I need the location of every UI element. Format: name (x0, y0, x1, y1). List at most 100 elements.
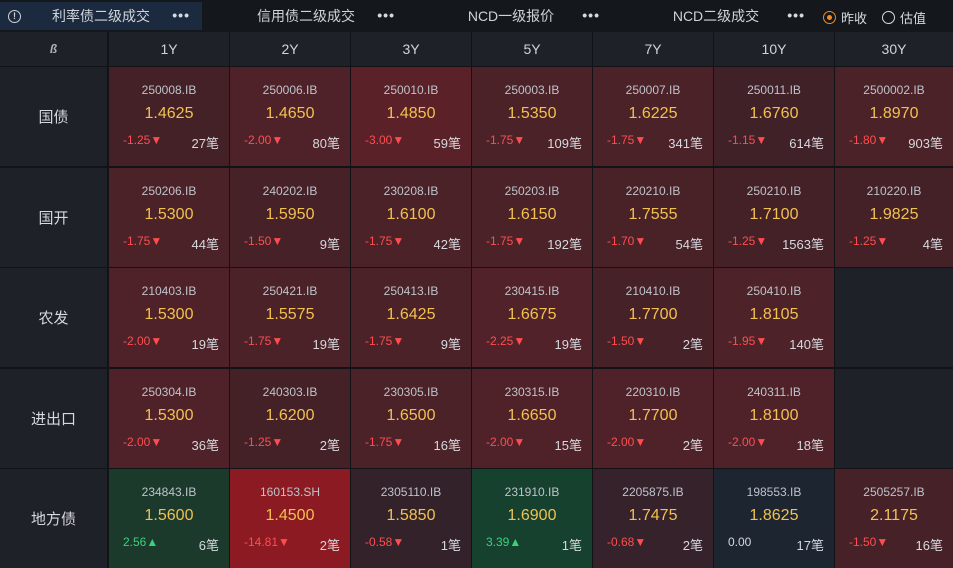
yield-change: 0.00 (728, 535, 752, 549)
yield-change: -2.00▼ (486, 435, 526, 449)
quote-cell[interactable]: 250006.IB 1.4650 -2.00▼ 80笔 (230, 67, 350, 166)
yield-value: 1.8100 (749, 407, 799, 424)
quote-cell[interactable]: 250210.IB 1.7100 -1.25▼ 1563笔 (714, 168, 834, 267)
trade-count: 19笔 (554, 337, 582, 352)
yield-value: 1.6675 (507, 306, 557, 323)
radio-label: 昨收 (841, 11, 868, 26)
yield-matrix: ß 1Y 2Y 3Y 5Y 7Y 10Y 30Y 国债 250008.IB 1.4625 -1.25▼… (0, 32, 953, 568)
more-icon[interactable]: ••• (377, 7, 395, 23)
radio-prev-close[interactable]: 昨收 (823, 8, 867, 27)
quote-cell[interactable]: 250304.IB 1.5300 -2.00▼ 36笔 (109, 369, 229, 468)
trade-count: 44笔 (191, 237, 219, 252)
quote-cell[interactable]: 220210.IB 1.7555 -1.70▼ 54笔 (593, 168, 713, 267)
quote-cell[interactable]: 234843.IB 1.5600 2.56▲ 6笔 (109, 469, 229, 568)
yield-value: 1.8625 (749, 507, 799, 524)
trade-count: 2笔 (319, 438, 340, 453)
tab-rate-bond-secondary[interactable]: ! 利率债二级成交 ••• (0, 2, 202, 30)
yield-value: 1.6200 (265, 407, 315, 424)
radio-valuation[interactable]: 估值 (882, 8, 926, 27)
quote-cell[interactable]: 230208.IB 1.6100 -1.75▼ 42笔 (351, 168, 471, 267)
more-icon[interactable]: ••• (582, 7, 600, 23)
more-icon[interactable]: ••• (172, 7, 190, 23)
column-header-7y[interactable]: 7Y (593, 32, 713, 66)
quote-cell[interactable]: 198553.IB 1.8625 0.00 17笔 (714, 469, 834, 568)
trade-count: 16笔 (433, 438, 461, 453)
bond-code: 250210.IB (746, 184, 802, 198)
quote-cell[interactable]: 230415.IB 1.6675 -2.25▼ 19笔 (472, 268, 592, 367)
yield-change: -1.50▼ (849, 535, 889, 549)
radio-unselected-icon (882, 11, 895, 24)
bond-code: 240311.IB (747, 385, 801, 399)
bond-code: 220310.IB (625, 385, 681, 399)
trade-count: 18笔 (796, 438, 824, 453)
quote-cell[interactable]: 250413.IB 1.6425 -1.75▼ 9笔 (351, 268, 471, 367)
column-header-1y[interactable]: 1Y (109, 32, 229, 66)
yield-value: 1.4850 (386, 105, 436, 122)
yield-change: -2.00▼ (123, 435, 163, 449)
quote-cell[interactable]: 250410.IB 1.8105 -1.95▼ 140笔 (714, 268, 834, 367)
trade-count: 614笔 (789, 136, 824, 151)
quote-cell[interactable]: 240303.IB 1.6200 -1.25▼ 2笔 (230, 369, 350, 468)
column-header-10y[interactable]: 10Y (714, 32, 834, 66)
yield-change: -1.75▼ (486, 133, 526, 147)
trade-count: 19笔 (312, 337, 340, 352)
quote-cell[interactable]: 2305110.IB 1.5850 -0.58▼ 1笔 (351, 469, 471, 568)
yield-change: -1.75▼ (607, 133, 647, 147)
radio-label: 估值 (900, 11, 927, 26)
bond-code: 230315.IB (504, 385, 560, 399)
quote-cell[interactable]: 250011.IB 1.6760 -1.15▼ 614笔 (714, 67, 834, 166)
quote-cell[interactable]: 220310.IB 1.7700 -2.00▼ 2笔 (593, 369, 713, 468)
quote-cell[interactable]: 231910.IB 1.6900 3.39▲ 1笔 (472, 469, 592, 568)
column-header-2y[interactable]: 2Y (230, 32, 350, 66)
quote-cell[interactable]: 2505257.IB 2.1175 -1.50▼ 16笔 (835, 469, 953, 568)
tab-ncd-primary-quote[interactable]: NCD一级报价 ••• (410, 2, 612, 30)
more-icon[interactable]: ••• (787, 7, 805, 23)
trade-count: 2笔 (682, 438, 703, 453)
quote-cell[interactable]: 230305.IB 1.6500 -1.75▼ 16笔 (351, 369, 471, 468)
yield-change: -1.50▼ (244, 234, 284, 248)
column-header-5y[interactable]: 5Y (472, 32, 592, 66)
quote-cell[interactable]: 250203.IB 1.6150 -1.75▼ 192笔 (472, 168, 592, 267)
tab-ncd-secondary[interactable]: NCD二级成交 ••• (615, 2, 817, 30)
quote-cell[interactable]: 210410.IB 1.7700 -1.50▼ 2笔 (593, 268, 713, 367)
bond-code: 160153.SH (259, 485, 321, 499)
quote-cell[interactable]: 210403.IB 1.5300 -2.00▼ 19笔 (109, 268, 229, 367)
header-corner: ß (0, 32, 107, 66)
yield-change: 3.39▲ (486, 535, 522, 549)
yield-value: 1.4650 (265, 105, 315, 122)
yield-value: 1.7100 (749, 206, 799, 223)
bond-code: 210403.IB (141, 284, 197, 298)
trade-count: 80笔 (312, 136, 340, 151)
info-icon[interactable]: ! (8, 10, 21, 23)
quote-cell[interactable]: 250421.IB 1.5575 -1.75▼ 19笔 (230, 268, 350, 367)
quote-cell[interactable]: 230315.IB 1.6650 -2.00▼ 15笔 (472, 369, 592, 468)
column-header-30y[interactable]: 30Y (835, 32, 953, 66)
quote-cell[interactable]: 250010.IB 1.4850 -3.00▼ 59笔 (351, 67, 471, 166)
trade-count: 19笔 (191, 337, 219, 352)
bond-code: 230415.IB (504, 284, 560, 298)
quote-cell[interactable]: 250007.IB 1.6225 -1.75▼ 341笔 (593, 67, 713, 166)
quote-cell[interactable]: 2500002.IB 1.8970 -1.80▼ 903笔 (835, 67, 953, 166)
bond-code: 250206.IB (141, 184, 197, 198)
quote-cell[interactable]: 250206.IB 1.5300 -1.75▼ 44笔 (109, 168, 229, 267)
yield-value: 1.6425 (386, 306, 436, 323)
bond-code: 250413.IB (383, 284, 439, 298)
quote-cell[interactable]: 240311.IB 1.8100 -2.00▼ 18笔 (714, 369, 834, 468)
bond-code: 220210.IB (625, 184, 681, 198)
quote-cell[interactable]: 240202.IB 1.5950 -1.50▼ 9笔 (230, 168, 350, 267)
yield-value: 1.7555 (628, 206, 678, 223)
bond-code: 250008.IB (141, 83, 197, 97)
quote-cell[interactable]: 250003.IB 1.5350 -1.75▼ 109笔 (472, 67, 592, 166)
yield-value: 1.7475 (628, 507, 678, 524)
trade-count: 15笔 (554, 438, 582, 453)
trade-count: 1563笔 (782, 237, 824, 252)
tab-credit-bond-secondary[interactable]: 信用债二级成交 ••• (205, 2, 407, 30)
column-header-3y[interactable]: 3Y (351, 32, 471, 66)
trade-count: 16笔 (915, 538, 943, 553)
quote-cell[interactable]: 2205875.IB 1.7475 -0.68▼ 2笔 (593, 469, 713, 568)
yield-change: 2.56▲ (123, 535, 159, 549)
quote-cell[interactable]: 160153.SH 1.4500 -14.81▼ 2笔 (230, 469, 350, 568)
trade-count: 2笔 (319, 538, 340, 553)
quote-cell[interactable]: 250008.IB 1.4625 -1.25▼ 27笔 (109, 67, 229, 166)
quote-cell[interactable]: 210220.IB 1.9825 -1.25▼ 4笔 (835, 168, 953, 267)
